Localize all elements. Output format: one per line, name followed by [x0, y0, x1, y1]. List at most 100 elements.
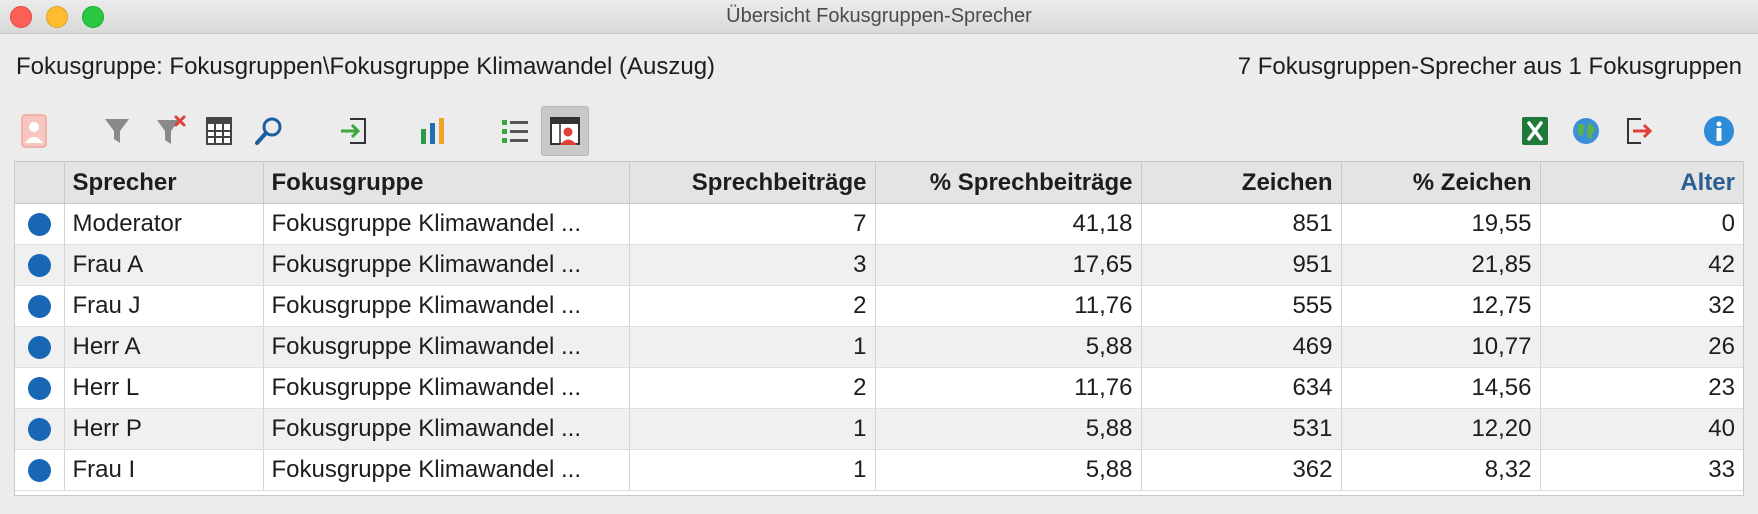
cell-zeichen: 555	[1141, 285, 1342, 327]
cell-status	[15, 285, 65, 327]
speaker-status-dot	[27, 418, 51, 442]
cell-pct-sprechbeitraege: 5,88	[875, 408, 1142, 450]
speaker-card-icon	[21, 114, 47, 148]
cell-zeichen: 951	[1141, 244, 1342, 286]
table-row[interactable]: Herr L Fokusgruppe Klimawandel ... 2 11,76 6…	[15, 367, 1743, 409]
speaker-table[interactable]: Sprecher Fokusgruppe Sprechbeiträge % Sp…	[14, 161, 1744, 496]
speaker-status-dot	[27, 459, 51, 483]
cell-alter: 33	[1540, 449, 1743, 491]
cell-sprechbeitraege: 2	[629, 285, 876, 327]
cell-pct-zeichen: 10,77	[1341, 326, 1541, 368]
table-columns-icon	[206, 117, 232, 145]
cell-pct-zeichen: 14,56	[1341, 367, 1541, 409]
cell-status	[15, 367, 65, 409]
cell-fokusgruppe: Fokusgruppe Klimawandel ...	[263, 326, 630, 368]
cell-alter: 0	[1540, 203, 1743, 245]
clear-filter-icon	[157, 115, 186, 144]
title-bar: Übersicht Fokusgruppen-Sprecher	[0, 0, 1758, 34]
excel-export-button[interactable]	[1511, 106, 1559, 156]
list-view-button[interactable]	[491, 106, 539, 156]
cell-fokusgruppe: Fokusgruppe Klimawandel ...	[263, 203, 630, 245]
table-row[interactable]: Moderator Fokusgruppe Klimawandel ... 7 41,…	[15, 203, 1743, 245]
cell-sprechbeitraege: 3	[629, 244, 876, 286]
table-row[interactable]: Frau J Fokusgruppe Klimawandel ... 2 11,76 5…	[15, 285, 1743, 327]
cell-status	[15, 326, 65, 368]
cell-sprecher: Frau J	[64, 285, 264, 327]
cell-pct-sprechbeitraege: 41,18	[875, 203, 1142, 245]
speaker-status-dot	[27, 295, 51, 319]
search-button[interactable]	[245, 106, 293, 156]
filter-button[interactable]	[93, 106, 141, 156]
cell-sprechbeitraege: 2	[629, 367, 876, 409]
cell-sprecher: Frau A	[64, 244, 264, 286]
cell-pct-sprechbeitraege: 5,88	[875, 326, 1142, 368]
chart-button[interactable]	[409, 106, 457, 156]
cell-pct-sprechbeitraege: 11,76	[875, 285, 1142, 327]
cell-fokusgruppe: Fokusgruppe Klimawandel ...	[263, 367, 630, 409]
table-row[interactable]: Frau I Fokusgruppe Klimawandel ... 1 5,88 36…	[15, 449, 1743, 491]
cell-alter: 40	[1540, 408, 1743, 450]
cell-fokusgruppe: Fokusgruppe Klimawandel ...	[263, 449, 630, 491]
cell-pct-sprechbeitraege: 5,88	[875, 449, 1142, 491]
exit-export-icon	[1627, 118, 1653, 144]
cell-fokusgruppe: Fokusgruppe Klimawandel ...	[263, 244, 630, 286]
column-header-alter[interactable]: Alter	[1540, 162, 1743, 204]
speaker-status-dot	[27, 377, 51, 401]
cell-zeichen: 634	[1141, 367, 1342, 409]
window-title: Übersicht Fokusgruppen-Sprecher	[726, 5, 1032, 27]
cell-alter: 23	[1540, 367, 1743, 409]
exit-export-button[interactable]	[1615, 106, 1663, 156]
cell-pct-zeichen: 12,20	[1341, 408, 1541, 450]
table-row[interactable]: Herr A Fokusgruppe Klimawandel ... 1 5,88 46…	[15, 326, 1743, 368]
cell-pct-sprechbeitraege: 11,76	[875, 367, 1142, 409]
activate-button[interactable]	[330, 106, 378, 156]
info-button[interactable]	[1695, 106, 1743, 156]
cell-fokusgruppe: Fokusgruppe Klimawandel ...	[263, 408, 630, 450]
html-export-button[interactable]	[1562, 106, 1610, 156]
cell-pct-zeichen: 12,75	[1341, 285, 1541, 327]
speaker-view-button[interactable]	[541, 106, 589, 156]
excel-export-icon	[1522, 117, 1548, 145]
cell-alter: 26	[1540, 326, 1743, 368]
cell-sprechbeitraege: 7	[629, 203, 876, 245]
column-header-pct-sprechbeitraege[interactable]: % Sprechbeiträge	[875, 162, 1142, 204]
cell-status	[15, 244, 65, 286]
cell-sprecher: Frau I	[64, 449, 264, 491]
focus-group-label: Fokusgruppe: Fokusgruppen\Fokusgruppe Kl…	[16, 53, 716, 80]
clear-filter-button[interactable]	[147, 106, 195, 156]
speaker-view-icon	[550, 117, 580, 145]
cell-zeichen: 851	[1141, 203, 1342, 245]
table-row[interactable]: Frau A Fokusgruppe Klimawandel ... 3 17,65 9…	[15, 244, 1743, 286]
table-header-row: Sprecher Fokusgruppe Sprechbeiträge % Sp…	[15, 162, 1743, 204]
cell-zeichen: 362	[1141, 449, 1342, 491]
cell-zeichen: 531	[1141, 408, 1342, 450]
cell-status	[15, 449, 65, 491]
column-header-zeichen[interactable]: Zeichen	[1141, 162, 1342, 204]
columns-button[interactable]	[195, 106, 243, 156]
speaker-status-dot	[27, 213, 51, 237]
table-row[interactable]: Herr P Fokusgruppe Klimawandel ... 1 5,88 53…	[15, 408, 1743, 450]
speaker-status-dot	[27, 254, 51, 278]
column-header-sprechbeitraege[interactable]: Sprechbeiträge	[629, 162, 876, 204]
speaker-summary: 7 Fokusgruppen-Sprecher aus 1 Fokusgrupp…	[1237, 53, 1742, 80]
cell-sprechbeitraege: 1	[629, 326, 876, 368]
column-header-status[interactable]	[15, 162, 65, 204]
speaker-status-dot	[27, 336, 51, 360]
column-header-fokusgruppe[interactable]: Fokusgruppe	[263, 162, 630, 204]
cell-zeichen: 469	[1141, 326, 1342, 368]
cell-fokusgruppe: Fokusgruppe Klimawandel ...	[263, 285, 630, 327]
cell-pct-zeichen: 21,85	[1341, 244, 1541, 286]
cell-alter: 32	[1540, 285, 1743, 327]
cell-sprecher: Herr P	[64, 408, 264, 450]
bar-chart-icon	[421, 118, 444, 144]
cell-sprecher: Moderator	[64, 203, 264, 245]
speaker-card-button[interactable]	[10, 106, 58, 156]
column-header-pct-zeichen[interactable]: % Zeichen	[1341, 162, 1541, 204]
cell-pct-sprechbeitraege: 17,65	[875, 244, 1142, 286]
speaker-overview-window: Übersicht Fokusgruppen-Sprecher Fokusgru…	[0, 0, 1758, 514]
column-header-sprecher[interactable]: Sprecher	[64, 162, 264, 204]
list-view-icon	[502, 120, 528, 143]
cell-sprechbeitraege: 1	[629, 408, 876, 450]
cell-pct-zeichen: 19,55	[1341, 203, 1541, 245]
info-icon	[1704, 116, 1734, 146]
